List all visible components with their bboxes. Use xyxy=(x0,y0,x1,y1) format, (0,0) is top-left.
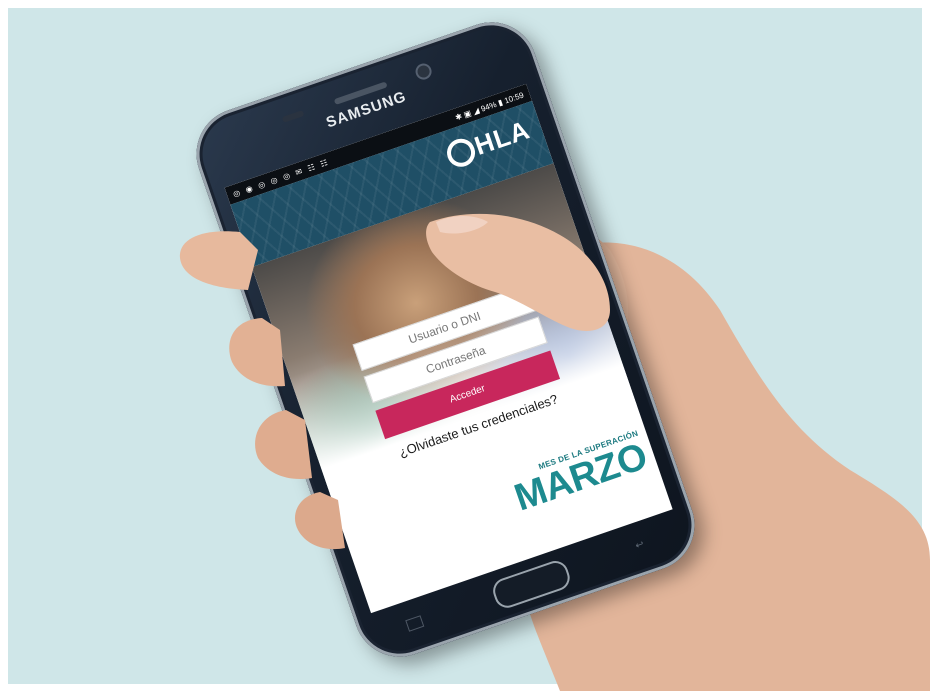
phone-wrap: SAMSUNG ◎ ◉ ◎ ◎ ◎ ✉ ☷ ☷ ✱ ▣ ◢ 94% ▮ 10:5… xyxy=(0,0,930,691)
photo-frame: SAMSUNG ◎ ◉ ◎ ◎ ◎ ✉ ☷ ☷ ✱ ▣ ◢ 94% ▮ 10:5… xyxy=(0,0,930,691)
logo-text: HLA xyxy=(470,114,534,161)
smartphone: SAMSUNG ◎ ◉ ◎ ◎ ◎ ✉ ☷ ☷ ✱ ▣ ◢ 94% ▮ 10:5… xyxy=(184,9,707,670)
